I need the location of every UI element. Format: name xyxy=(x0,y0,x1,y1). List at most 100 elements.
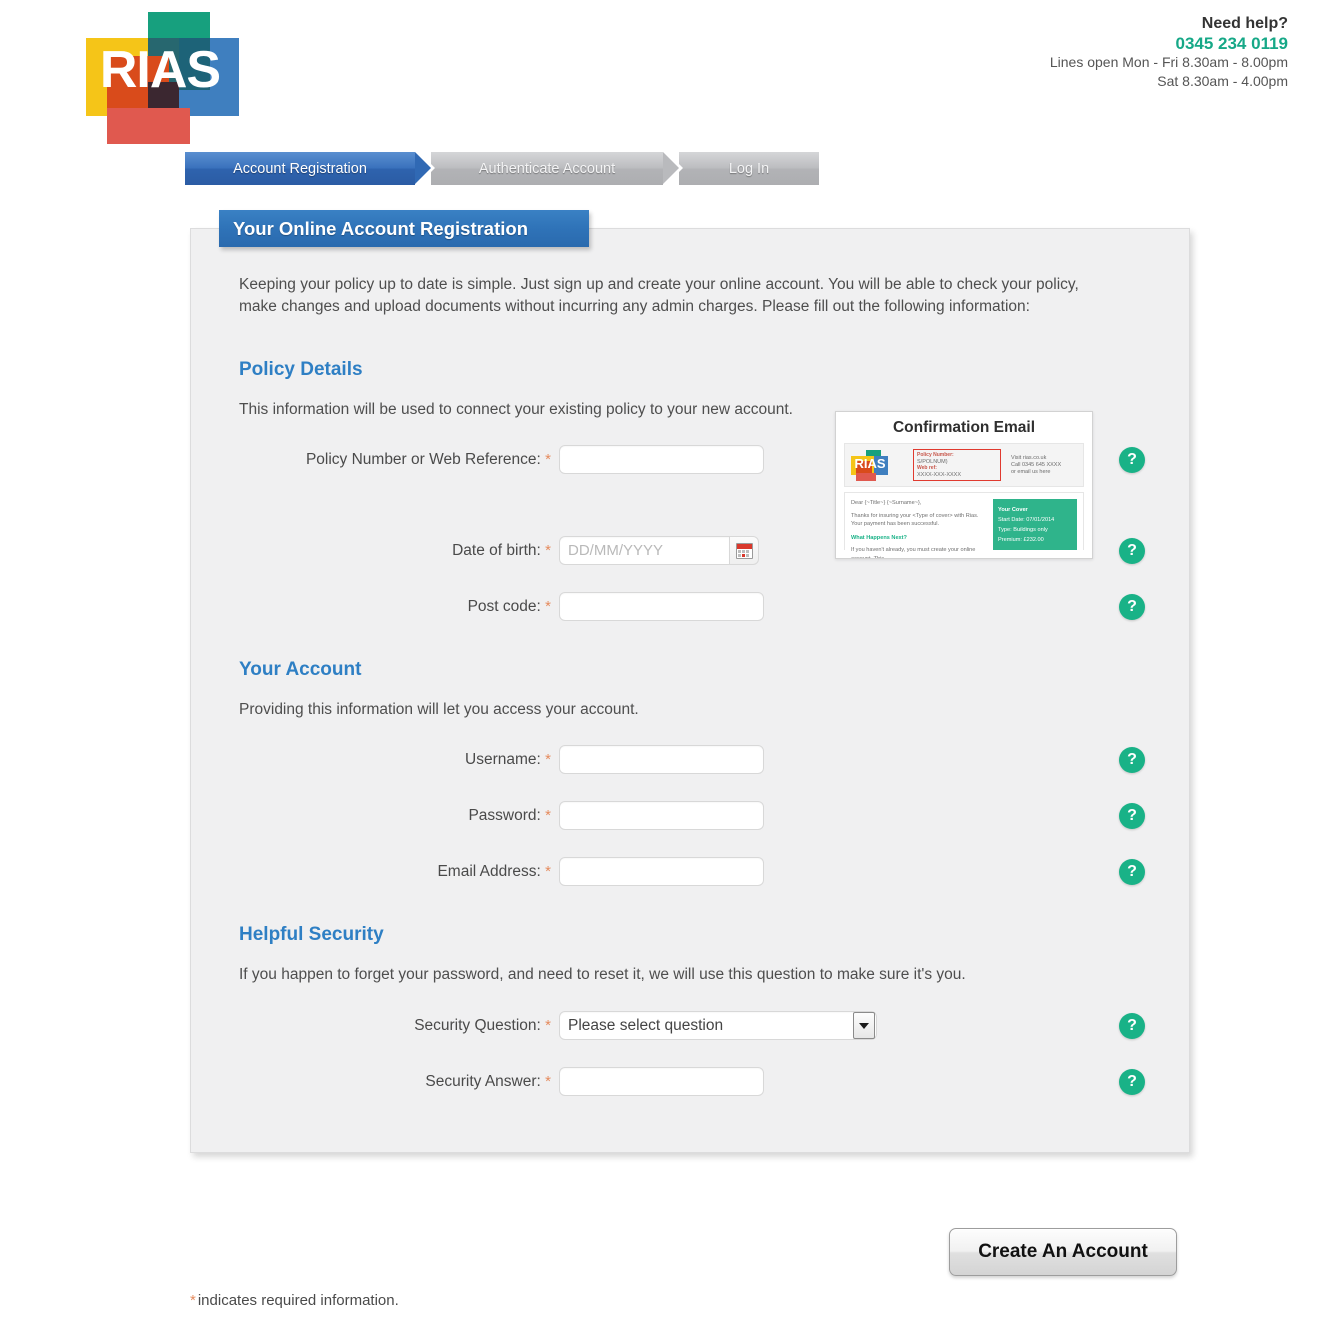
field-label-policy-number: Policy Number or Web Reference: * xyxy=(239,451,559,469)
registration-step-nav: Account Registration Authenticate Accoun… xyxy=(185,152,819,185)
email-line-1: Thanks for insuring your <Type of cover>… xyxy=(851,512,979,519)
field-label-date-of-birth: Date of birth: * xyxy=(239,542,559,560)
email-line-2: Your payment has been successful. xyxy=(851,521,940,527)
required-marker: * xyxy=(545,862,551,880)
date-of-birth-input[interactable] xyxy=(559,536,729,565)
create-account-button[interactable]: Create An Account xyxy=(949,1228,1177,1276)
field-control xyxy=(559,445,764,474)
label-text: Email Address: xyxy=(437,862,541,880)
need-help-title: Need help? xyxy=(1201,15,1288,32)
field-row-password: Password: * ? xyxy=(239,801,1145,830)
chevron-down-icon[interactable] xyxy=(853,1012,875,1039)
field-control xyxy=(559,592,764,621)
help-icon-post-code[interactable]: ? xyxy=(1119,593,1145,620)
step-authenticate-account[interactable]: Authenticate Account xyxy=(431,152,683,185)
field-label-username: Username: * xyxy=(239,751,559,769)
opening-hours-weekday: Lines open Mon - Fri 8.30am - 8.00pm xyxy=(1049,54,1288,70)
field-control xyxy=(559,857,764,886)
email-rias-logo: RIAS xyxy=(851,450,889,481)
email-visit-line: Visit rias.co.uk xyxy=(1011,454,1047,461)
registration-panel: Keeping your policy up to date is simple… xyxy=(190,228,1190,1153)
step-arrow-icon xyxy=(415,152,431,184)
field-label-password: Password: * xyxy=(239,807,559,825)
email-line-3: If you haven't already, you must create … xyxy=(851,547,976,559)
section-heading-helpful-security: Helpful Security xyxy=(239,924,384,945)
required-marker: * xyxy=(545,1072,551,1090)
field-control xyxy=(559,801,764,830)
rias-logo: RIAS xyxy=(86,12,239,144)
step-label: Account Registration xyxy=(233,160,367,177)
email-policy-number-box: Policy Number: S/POLNUM) Web ref: XXXX-X… xyxy=(913,449,1001,481)
password-input[interactable] xyxy=(559,801,764,830)
field-row-email-address: Email Address: * ? xyxy=(239,857,1145,886)
post-code-input[interactable] xyxy=(559,592,764,621)
required-note-text: indicates required information. xyxy=(197,1292,399,1309)
field-row-post-code: Post code: * ? xyxy=(239,592,1145,621)
help-icon-email-address[interactable]: ? xyxy=(1119,858,1145,885)
step-log-in[interactable]: Log In xyxy=(679,152,819,185)
cover-start-date: Start Date: 07/01/2014 xyxy=(998,517,1055,523)
security-question-selected-value: Please select question xyxy=(568,1016,724,1034)
help-phone-number: 0345 234 0119 xyxy=(1175,34,1288,53)
required-marker: * xyxy=(190,1292,196,1309)
calendar-picker-button[interactable] xyxy=(729,536,759,565)
required-marker: * xyxy=(545,1016,551,1034)
page-header: RIAS Need help? 0345 234 0119 Lines open… xyxy=(0,0,1330,144)
policy-number-input[interactable] xyxy=(559,445,764,474)
step-account-registration[interactable]: Account Registration xyxy=(185,152,435,185)
step-label: Authenticate Account xyxy=(478,160,616,177)
field-control: Please select question xyxy=(559,1011,877,1040)
security-answer-input[interactable] xyxy=(559,1067,764,1096)
email-message-text: Dear {~Title~} {~Surname~}, Thanks for i… xyxy=(851,499,987,558)
field-row-username: Username: * ? xyxy=(239,745,1145,774)
help-icon-username[interactable]: ? xyxy=(1119,746,1145,773)
label-text: Date of birth: xyxy=(452,541,541,559)
section-heading-policy-details: Policy Details xyxy=(239,359,363,380)
field-label-security-question: Security Question: * xyxy=(239,1017,559,1035)
label-text: Policy Number or Web Reference: xyxy=(305,450,541,468)
cover-premium: Premium: £232.00 xyxy=(998,537,1044,543)
email-greeting: Dear {~Title~} {~Surname~}, xyxy=(851,500,922,506)
email-web-ref-value: XXXX-XXX-XXXX xyxy=(917,471,962,478)
step-arrow-icon xyxy=(663,152,679,184)
page-title: Your Online Account Registration xyxy=(219,210,589,247)
required-fields-note: * indicates required information. xyxy=(190,1292,399,1309)
confirmation-email-preview: RIAS Policy Number: S/POLNUM) Web ref: X… xyxy=(836,443,1092,558)
section-description-your-account: Providing this information will let you … xyxy=(239,701,639,718)
required-marker: * xyxy=(545,597,551,615)
email-email-line: or email us here xyxy=(1011,468,1051,475)
field-label-email-address: Email Address: * xyxy=(239,863,559,881)
security-question-select[interactable]: Please select question xyxy=(559,1011,877,1040)
label-text: Password: xyxy=(468,806,541,824)
label-text: Security Answer: xyxy=(425,1072,541,1090)
logo-square-red xyxy=(107,108,190,144)
field-control xyxy=(559,536,764,565)
required-marker: * xyxy=(545,806,551,824)
cover-type: Type: Buildings only xyxy=(998,527,1048,533)
help-icon-security-question[interactable]: ? xyxy=(1119,1012,1145,1039)
confirmation-email-title: Confirmation Email xyxy=(892,419,1036,436)
field-label-post-code: Post code: * xyxy=(239,598,559,616)
help-icon-date-of-birth[interactable]: ? xyxy=(1119,537,1145,564)
need-help-block: Need help? 0345 234 0119 Lines open Mon … xyxy=(1050,14,1288,91)
field-row-security-question: Security Question: * Please select quest… xyxy=(239,1011,1145,1040)
field-label-security-answer: Security Answer: * xyxy=(239,1073,559,1091)
field-row-security-answer: Security Answer: * ? xyxy=(239,1067,1145,1096)
required-marker: * xyxy=(545,450,551,468)
label-text: Username: xyxy=(465,750,541,768)
section-description-helpful-security: If you happen to forget your password, a… xyxy=(239,966,966,983)
help-icon-security-answer[interactable]: ? xyxy=(1119,1068,1145,1095)
required-marker: * xyxy=(545,750,551,768)
email-logo-wordmark: RIAS xyxy=(854,456,886,471)
email-header-strip: RIAS Policy Number: S/POLNUM) Web ref: X… xyxy=(844,443,1084,487)
step-label: Log In xyxy=(728,160,770,177)
help-icon-policy-number[interactable]: ? xyxy=(1119,446,1145,473)
confirmation-email-callout: Confirmation Email RIAS Policy Number: S… xyxy=(835,411,1093,559)
logo-wordmark: RIAS xyxy=(99,41,221,99)
callout-pointer xyxy=(835,440,836,458)
intro-paragraph: Keeping your policy up to date is simple… xyxy=(239,276,1079,315)
username-input[interactable] xyxy=(559,745,764,774)
section-heading-your-account: Your Account xyxy=(239,659,362,680)
email-address-input[interactable] xyxy=(559,857,764,886)
help-icon-password[interactable]: ? xyxy=(1119,802,1145,829)
